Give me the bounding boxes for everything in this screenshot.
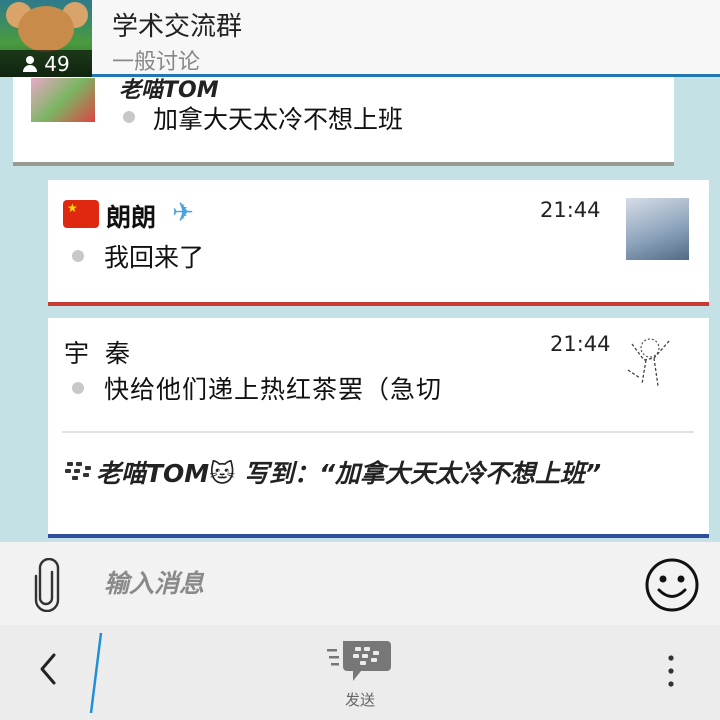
- quoted-reply: 老喵TOM🐱 写到：“加拿大天太冷不想上班”: [96, 459, 602, 488]
- sender-avatar: [31, 78, 95, 122]
- member-count: 49: [44, 51, 70, 76]
- quote-divider: [62, 431, 694, 433]
- bottom-action-bar: 发送: [0, 625, 720, 720]
- message-time: 21:44: [540, 198, 601, 222]
- message-item[interactable]: 朗朗 ✈ 21:44 我回来了: [48, 180, 709, 306]
- message-text: 我回来了: [104, 243, 205, 272]
- bullet-dot: [72, 382, 84, 394]
- member-count-badge: 49: [0, 50, 92, 77]
- message-time: 21:44: [550, 332, 611, 356]
- send-button[interactable]: 发送: [318, 637, 402, 717]
- back-icon[interactable]: [34, 649, 64, 689]
- emoji-icon[interactable]: [644, 557, 700, 613]
- avatar-face: [18, 6, 74, 52]
- message-text: 快给他们递上热红茶罢（急切: [104, 375, 443, 404]
- composer-bar: [0, 541, 720, 625]
- sender-avatar[interactable]: [626, 198, 689, 260]
- bullet-dot: [123, 111, 135, 123]
- message-item[interactable]: 宇 秦 21:44 快给他们递上热红茶罢（急切 老喵TOM🐱 写到：“加拿大天太…: [48, 318, 709, 538]
- sender-name: 宇 秦: [64, 339, 134, 368]
- send-label: 发送: [344, 691, 375, 709]
- sender-avatar[interactable]: [624, 334, 686, 396]
- message-input[interactable]: [104, 558, 624, 608]
- chat-header: 49 学术交流群 一般讨论: [0, 0, 720, 77]
- group-avatar[interactable]: 49: [0, 0, 92, 77]
- group-subtitle: 一般讨论: [112, 50, 201, 75]
- paperclip-icon[interactable]: [32, 558, 62, 612]
- accent-slash: [89, 632, 103, 714]
- bbm-send-icon: [327, 641, 391, 681]
- china-flag-icon: [63, 200, 99, 228]
- bbm-logo-icon: [65, 462, 91, 480]
- overflow-menu-icon[interactable]: [664, 653, 678, 689]
- sender-name: 朗朗: [106, 203, 157, 232]
- bullet-dot: [72, 250, 84, 262]
- airplane-icon: ✈: [172, 198, 194, 228]
- message-text: 加拿大天太冷不想上班: [153, 105, 404, 134]
- group-title: 学术交流群: [112, 12, 243, 42]
- person-icon: [22, 55, 38, 72]
